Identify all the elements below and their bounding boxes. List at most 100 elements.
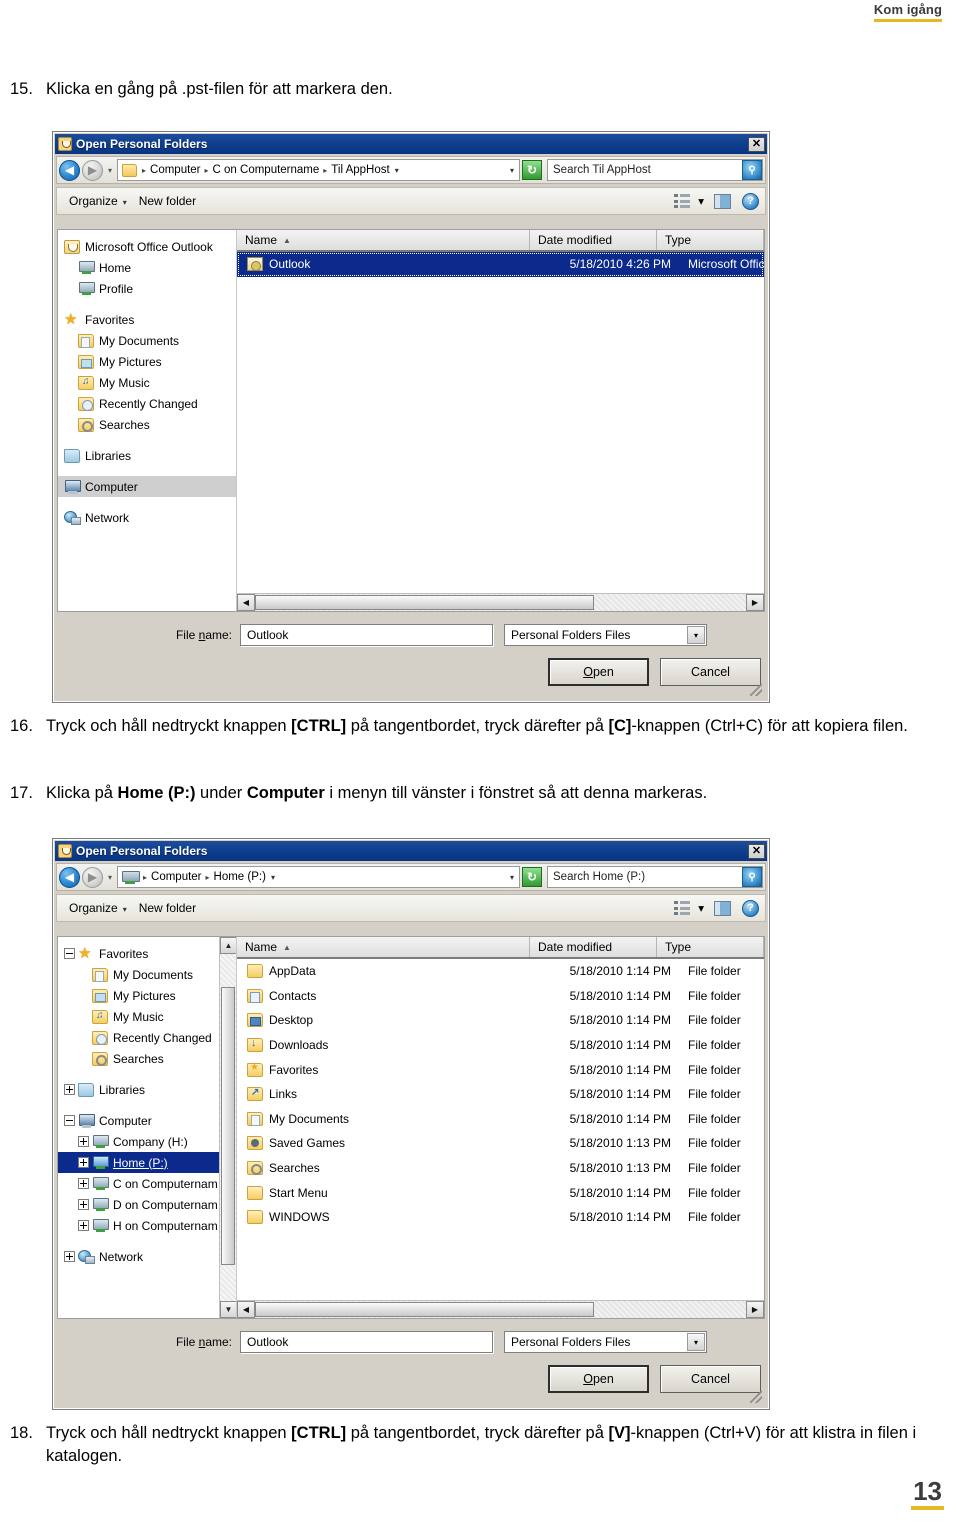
new-folder-button[interactable]: New folder	[133, 899, 202, 917]
expand-plus-icon[interactable]	[78, 1136, 89, 1147]
search-icon[interactable]: ⚲	[742, 160, 762, 180]
column-header-type[interactable]: Type	[657, 937, 764, 957]
tree-item-network[interactable]: Network	[58, 507, 236, 528]
resize-grip[interactable]	[750, 1391, 762, 1403]
tree-item-recently-changed[interactable]: Recently Changed	[58, 393, 236, 414]
navigation-tree-pane-1[interactable]: Microsoft Office Outlook Home Profile Favor…	[58, 230, 237, 611]
scroll-down-icon[interactable]: ▼	[220, 1301, 236, 1318]
view-mode-icon[interactable]	[674, 901, 691, 915]
breadcrumb-c-on-computername[interactable]: C on Computername	[211, 164, 322, 176]
address-bar[interactable]: ▸ Computer ▸ C on Computername ▸ Til App…	[117, 159, 520, 181]
expand-plus-icon[interactable]	[78, 1220, 89, 1231]
search-input[interactable]: Search Til AppHost ⚲	[547, 159, 763, 181]
tree-item-microsoft-office-outlook[interactable]: Microsoft Office Outlook	[58, 236, 236, 257]
search-icon[interactable]: ⚲	[742, 867, 762, 887]
file-list-row[interactable]: Searches 5/18/2010 1:13 PM File folder	[237, 1156, 764, 1181]
tree-item-d-on-computernam[interactable]: D on Computernam	[58, 1194, 236, 1215]
tree-item-my-music[interactable]: My Music	[58, 372, 236, 393]
file-list-row[interactable]: Contacts 5/18/2010 1:14 PM File folder	[237, 984, 764, 1009]
scroll-right-icon[interactable]: ▶	[746, 594, 764, 611]
resize-grip[interactable]	[750, 684, 762, 696]
file-list-rows-1[interactable]: Outlook 5/18/2010 4:26 PM Microsoft Office	[237, 252, 764, 593]
file-list-rows-2[interactable]: AppData 5/18/2010 1:14 PM File folder Conta…	[237, 959, 764, 1300]
close-icon[interactable]: ✕	[748, 843, 765, 859]
tree-item-searches[interactable]: Searches	[58, 414, 236, 435]
tree-item-network[interactable]: Network	[58, 1246, 236, 1267]
tree-item-favorites[interactable]: Favorites	[58, 309, 236, 330]
file-type-select[interactable]: Personal Folders Files ▾	[504, 624, 707, 646]
tree-item-searches[interactable]: Searches	[58, 1048, 236, 1069]
breadcrumb-home-p[interactable]: Home (P:)	[212, 871, 268, 883]
view-chevron-down-icon[interactable]: ▾	[698, 901, 704, 915]
expand-plus-icon[interactable]	[78, 1157, 89, 1168]
tree-item-computer[interactable]: Computer	[58, 476, 236, 497]
tree-item-my-documents[interactable]: My Documents	[58, 330, 236, 351]
vscroll-thumb[interactable]	[221, 987, 235, 1265]
organize-button[interactable]: Organize ▾	[63, 899, 133, 917]
hscroll-track[interactable]	[255, 594, 746, 611]
breadcrumb-computer[interactable]: Computer	[148, 164, 203, 176]
tree-item-my-documents[interactable]: My Documents	[58, 964, 236, 985]
hscroll-thumb[interactable]	[255, 595, 594, 610]
breadcrumb-chevron-down-icon[interactable]: ▾	[392, 166, 402, 175]
scroll-left-icon[interactable]: ◀	[237, 594, 255, 611]
expand-plus-icon[interactable]	[64, 1251, 75, 1262]
open-button[interactable]: Open	[548, 658, 649, 686]
close-icon[interactable]: ✕	[748, 136, 765, 152]
help-icon[interactable]: ?	[742, 899, 759, 917]
tree-item-h-on-computernam[interactable]: H on Computernam	[58, 1215, 236, 1236]
file-list-pane-1[interactable]: Name ▲ Date modified Type Outlook 5/18/20…	[237, 230, 764, 611]
file-name-input[interactable]: Outlook	[240, 624, 493, 646]
file-list-row[interactable]: Favorites 5/18/2010 1:14 PM File folder	[237, 1057, 764, 1082]
scroll-up-icon[interactable]: ▲	[220, 937, 236, 954]
preview-pane-icon[interactable]	[714, 193, 731, 209]
address-chevron-down-icon[interactable]: ▾	[507, 166, 517, 175]
open-button[interactable]: Open	[548, 1365, 649, 1393]
navigation-tree-pane-2[interactable]: ▲ ▼ Favorites My Documents My Pictures My M…	[58, 937, 237, 1318]
back-button[interactable]: ◀	[59, 159, 80, 181]
file-list-row[interactable]: Outlook 5/18/2010 4:26 PM Microsoft Office	[237, 252, 764, 277]
tree-item-recently-changed[interactable]: Recently Changed	[58, 1027, 236, 1048]
column-header-date-modified[interactable]: Date modified	[530, 230, 657, 250]
file-list-row[interactable]: WINDOWS 5/18/2010 1:14 PM File folder	[237, 1205, 764, 1230]
tree-item-company-h[interactable]: Company (H:)	[58, 1131, 236, 1152]
refresh-icon[interactable]: ↻	[522, 160, 542, 180]
hscroll-thumb[interactable]	[255, 1302, 594, 1317]
history-dropdown-icon[interactable]: ▾	[105, 166, 115, 175]
help-icon[interactable]: ?	[742, 192, 759, 210]
tree-item-my-pictures[interactable]: My Pictures	[58, 351, 236, 372]
organize-button[interactable]: Organize ▾	[63, 192, 133, 210]
tree-item-computer[interactable]: Computer	[58, 1110, 236, 1131]
expand-plus-icon[interactable]	[78, 1199, 89, 1210]
column-header-name[interactable]: Name ▲	[237, 937, 530, 957]
file-list-row[interactable]: Saved Games 5/18/2010 1:13 PM File folder	[237, 1131, 764, 1156]
column-header-name[interactable]: Name ▲	[237, 230, 530, 250]
tree-item-home-p[interactable]: Home (P:)	[58, 1152, 236, 1173]
column-header-type[interactable]: Type	[657, 230, 764, 250]
expand-plus-icon[interactable]	[64, 1084, 75, 1095]
file-list-row[interactable]: My Documents 5/18/2010 1:14 PM File folder	[237, 1107, 764, 1132]
file-name-input[interactable]: Outlook	[240, 1331, 493, 1353]
view-mode-icon[interactable]	[674, 194, 691, 208]
scroll-left-icon[interactable]: ◀	[237, 1301, 255, 1318]
breadcrumb-til-apphost[interactable]: Til AppHost	[329, 164, 391, 176]
scroll-right-icon[interactable]: ▶	[746, 1301, 764, 1318]
tree-item-libraries[interactable]: Libraries	[58, 1079, 236, 1100]
preview-pane-icon[interactable]	[714, 900, 731, 916]
tree-item-home[interactable]: Home	[58, 257, 236, 278]
file-list-pane-2[interactable]: Name ▲ Date modified Type AppData 5/18/20…	[237, 937, 764, 1318]
tree-item-my-pictures[interactable]: My Pictures	[58, 985, 236, 1006]
tree-item-profile[interactable]: Profile	[58, 278, 236, 299]
file-list-hscrollbar-2[interactable]: ◀ ▶	[237, 1300, 764, 1318]
breadcrumb-chevron-down-icon[interactable]: ▾	[268, 873, 278, 882]
breadcrumb-computer[interactable]: Computer	[149, 871, 204, 883]
refresh-icon[interactable]: ↻	[522, 867, 542, 887]
forward-button[interactable]: ▶	[82, 866, 103, 888]
address-chevron-down-icon[interactable]: ▾	[507, 873, 517, 882]
tree-vscrollbar[interactable]: ▲ ▼	[219, 937, 236, 1318]
file-list-hscrollbar-1[interactable]: ◀ ▶	[237, 593, 764, 611]
forward-button[interactable]: ▶	[82, 159, 103, 181]
file-list-row[interactable]: Downloads 5/18/2010 1:14 PM File folder	[237, 1033, 764, 1058]
file-type-select[interactable]: Personal Folders Files ▾	[504, 1331, 707, 1353]
file-list-row[interactable]: Links 5/18/2010 1:14 PM File folder	[237, 1082, 764, 1107]
